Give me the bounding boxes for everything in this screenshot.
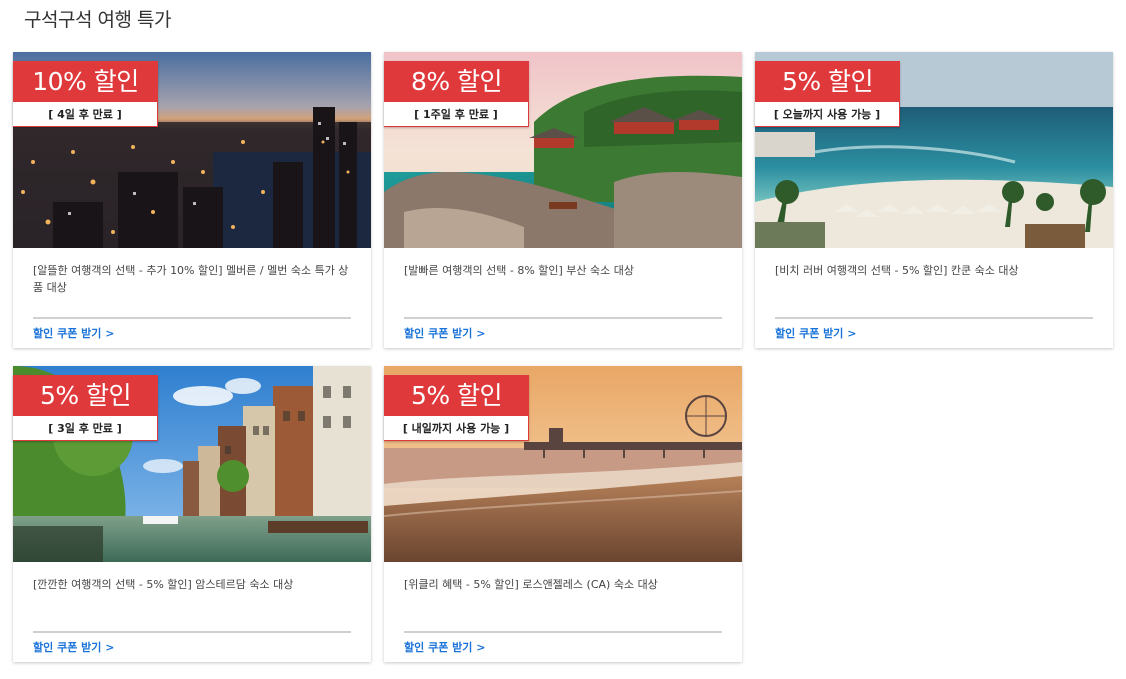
- get-coupon-link[interactable]: 할인 쿠폰 받기 >: [404, 325, 485, 341]
- expiry-label: [ 1주일 후 만료 ]: [384, 102, 529, 127]
- get-coupon-link[interactable]: 할인 쿠폰 받기 >: [404, 639, 485, 655]
- discount-badge: 8% 할인 [ 1주일 후 만료 ]: [384, 61, 529, 127]
- discount-label: 5% 할인: [13, 375, 158, 416]
- deal-card-los-angeles[interactable]: 5% 할인 [ 내일까지 사용 가능 ] [위클리 혜택 - 5% 할인] 로스…: [384, 366, 742, 662]
- deal-description: [위클리 혜택 - 5% 할인] 로스앤젤레스 (CA) 숙소 대상: [404, 578, 658, 591]
- deal-card-busan[interactable]: 8% 할인 [ 1주일 후 만료 ] [발빠른 여행객의 선택 - 8% 할인]…: [384, 52, 742, 348]
- deal-description: [알뜰한 여행객의 선택 - 추가 10% 할인] 멜버른 / 멜번 숙소 특가…: [33, 264, 349, 294]
- discount-label: 5% 할인: [384, 375, 529, 416]
- deal-description: [비치 러버 여행객의 선택 - 5% 할인] 칸쿤 숙소 대상: [775, 264, 1019, 277]
- expiry-label: [ 오늘까지 사용 가능 ]: [755, 102, 900, 127]
- discount-label: 5% 할인: [755, 61, 900, 102]
- expiry-label: [ 내일까지 사용 가능 ]: [384, 416, 529, 441]
- discount-label: 8% 할인: [384, 61, 529, 102]
- discount-badge: 10% 할인 [ 4일 후 만료 ]: [13, 61, 158, 127]
- deal-card-amsterdam[interactable]: 5% 할인 [ 3일 후 만료 ] [깐깐한 여행객의 선택 - 5% 할인] …: [13, 366, 371, 662]
- divider: [404, 631, 722, 633]
- divider: [33, 631, 351, 633]
- discount-badge: 5% 할인 [ 3일 후 만료 ]: [13, 375, 158, 441]
- discount-badge: 5% 할인 [ 내일까지 사용 가능 ]: [384, 375, 529, 441]
- page-title: 구석구석 여행 특가: [24, 9, 171, 31]
- get-coupon-link[interactable]: 할인 쿠폰 받기 >: [33, 639, 114, 655]
- discount-label: 10% 할인: [13, 61, 158, 102]
- expiry-label: [ 3일 후 만료 ]: [13, 416, 158, 441]
- divider: [775, 317, 1093, 319]
- divider: [404, 317, 722, 319]
- deal-card-melbourne[interactable]: 10% 할인 [ 4일 후 만료 ] [알뜰한 여행객의 선택 - 추가 10%…: [13, 52, 371, 348]
- deal-card-cancun[interactable]: 5% 할인 [ 오늘까지 사용 가능 ] [비치 러버 여행객의 선택 - 5%…: [755, 52, 1113, 348]
- deal-description: [깐깐한 여행객의 선택 - 5% 할인] 암스테르담 숙소 대상: [33, 578, 294, 591]
- get-coupon-link[interactable]: 할인 쿠폰 받기 >: [775, 325, 856, 341]
- expiry-label: [ 4일 후 만료 ]: [13, 102, 158, 127]
- divider: [33, 317, 351, 319]
- discount-badge: 5% 할인 [ 오늘까지 사용 가능 ]: [755, 61, 900, 127]
- deal-description: [발빠른 여행객의 선택 - 8% 할인] 부산 숙소 대상: [404, 264, 635, 277]
- get-coupon-link[interactable]: 할인 쿠폰 받기 >: [33, 325, 114, 341]
